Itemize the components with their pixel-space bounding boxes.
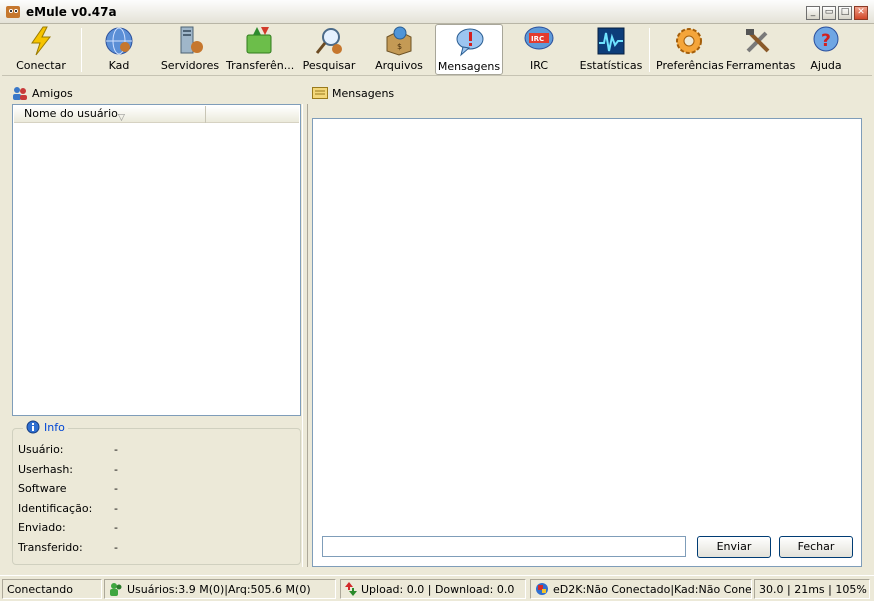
info-label: Identificação: [18, 502, 93, 515]
toolbar-shared-files-button[interactable]: $ Arquivos [370, 24, 428, 75]
toolbar-search-button[interactable]: Pesquisar [300, 24, 358, 75]
toolbar-kad-label: Kad [108, 59, 130, 72]
message-history-area[interactable] [312, 118, 862, 567]
toolbar-irc-label: IRC [529, 59, 549, 72]
main-toolbar: Conectar Kad Servidores Transferên... Pe… [2, 24, 872, 76]
info-title: Info [44, 420, 65, 434]
info-row-sent: Enviado: - [18, 521, 288, 535]
status-connection: Conectando [2, 579, 102, 599]
info-value: - [114, 443, 118, 456]
info-row-user: Usuário: - [18, 443, 288, 457]
friends-list-header: Nome do usuário ▽ [14, 106, 299, 123]
restore-button[interactable]: ▭ [822, 6, 836, 20]
friends-list[interactable]: Nome do usuário ▽ [12, 104, 301, 416]
status-extra: 30.0 | 21ms | 105% [754, 579, 870, 599]
messages-header: Mensagens [312, 84, 612, 102]
info-label: Userhash: [18, 463, 73, 476]
message-input[interactable] [322, 536, 686, 557]
username-column-header[interactable]: Nome do usuário ▽ [14, 106, 206, 123]
info-row-identification: Identificação: - [18, 502, 288, 516]
info-row-software: Software - [18, 482, 288, 496]
status-extra-text: 30.0 | 21ms | 105% [759, 582, 867, 596]
status-users: Usuários:3.9 M(0)|Arq:505.6 M(0) [104, 579, 336, 599]
svg-text:?: ? [821, 31, 831, 51]
svg-text:$: $ [397, 42, 402, 51]
status-network-text: eD2K:Não Conectado|Kad:Não Conectado [553, 582, 752, 596]
servers-icon [180, 26, 203, 54]
toolbar-preferences-button[interactable]: Preferências [656, 24, 724, 75]
panel-splitter[interactable] [302, 104, 308, 567]
messages-envelope-icon [312, 87, 328, 99]
status-connection-text: Conectando [7, 582, 73, 596]
users-icon [110, 583, 122, 596]
status-transfer-text: Upload: 0.0 | Download: 0.0 [361, 582, 515, 596]
title-bar: eMule v0.47a _ ▭ □ ✕ [0, 0, 874, 24]
close-chat-button[interactable]: Fechar [779, 536, 853, 558]
svg-text:IRC: IRC [531, 35, 544, 43]
kad-globe-icon [105, 27, 133, 55]
close-window-button[interactable]: ✕ [854, 6, 868, 20]
toolbar-messages-button[interactable]: Mensagens [435, 24, 503, 75]
window-title: eMule v0.47a [26, 5, 117, 19]
sort-descending-icon: ▽ [118, 113, 125, 123]
maximize-button[interactable]: □ [838, 6, 852, 20]
toolbar-connect-label: Conectar [16, 59, 66, 72]
info-label: Usuário: [18, 443, 64, 456]
status-network: eD2K:Não Conectado|Kad:Não Conectado [530, 579, 752, 599]
toolbar-irc-button[interactable]: IRC IRC [510, 24, 568, 75]
username-column-label: Nome do usuário [24, 107, 118, 120]
status-users-text: Usuários:3.9 M(0)|Arq:505.6 M(0) [127, 582, 311, 596]
toolbar-transfers-label: Transferên... [226, 59, 295, 72]
minimize-button[interactable]: _ [806, 6, 820, 20]
toolbar-help-button[interactable]: ? Ajuda [798, 24, 854, 75]
toolbar-servers-button[interactable]: Servidores [158, 24, 222, 75]
info-value: - [114, 463, 118, 476]
toolbar-messages-label: Mensagens [437, 60, 501, 73]
tools-icon [746, 29, 770, 53]
toolbar-help-label: Ajuda [810, 59, 842, 72]
info-label: Enviado: [18, 521, 66, 534]
info-value: - [114, 521, 118, 534]
info-row-userhash: Userhash: - [18, 463, 288, 477]
status-bar: Conectando Usuários:3.9 M(0)|Arq:505.6 M… [0, 575, 874, 601]
network-status-icon [536, 583, 548, 595]
friends-icon [13, 87, 27, 100]
toolbar-statistics-button[interactable]: Estatísticas [578, 24, 644, 75]
connect-lightning-icon [31, 26, 52, 56]
messages-bubble-icon [456, 28, 484, 57]
emule-app-icon[interactable] [5, 4, 21, 20]
shared-files-box-icon: $ [386, 26, 412, 56]
toolbar-tools-label: Ferramentas [726, 59, 796, 72]
toolbar-search-label: Pesquisar [302, 59, 356, 72]
info-label: Transferido: [18, 541, 83, 554]
toolbar-transfers-button[interactable]: Transferên... [226, 24, 295, 75]
preferences-gear-icon [676, 28, 702, 54]
transfers-folder-icon [246, 27, 272, 54]
info-label: Software [18, 482, 67, 495]
send-button[interactable]: Enviar [697, 536, 771, 558]
info-legend: Info [23, 420, 68, 434]
upload-download-arrows-icon [345, 582, 357, 596]
messages-title: Mensagens [332, 86, 395, 100]
info-icon [26, 420, 40, 434]
info-groupbox: Info Usuário: - Userhash: - Software - I… [12, 420, 301, 565]
toolbar-tools-button[interactable]: Ferramentas [726, 24, 796, 75]
irc-bubble-icon: IRC [524, 26, 554, 50]
info-value: - [114, 482, 118, 495]
friends-header: Amigos [12, 84, 292, 102]
friends-title: Amigos [32, 86, 73, 100]
toolbar-statistics-label: Estatísticas [579, 59, 643, 72]
toolbar-kad-button[interactable]: Kad [90, 24, 148, 75]
statistics-chart-icon [597, 27, 625, 55]
status-transfer: Upload: 0.0 | Download: 0.0 [340, 579, 526, 599]
toolbar-servers-label: Servidores [160, 59, 220, 72]
toolbar-preferences-label: Preferências [656, 59, 724, 72]
search-magnifier-icon [315, 28, 342, 54]
toolbar-connect-button[interactable]: Conectar [10, 24, 72, 75]
info-value: - [114, 502, 118, 515]
info-row-transferred: Transferido: - [18, 541, 288, 555]
info-value: - [114, 541, 118, 554]
toolbar-shared-files-label: Arquivos [375, 59, 423, 72]
help-icon: ? [813, 26, 839, 52]
